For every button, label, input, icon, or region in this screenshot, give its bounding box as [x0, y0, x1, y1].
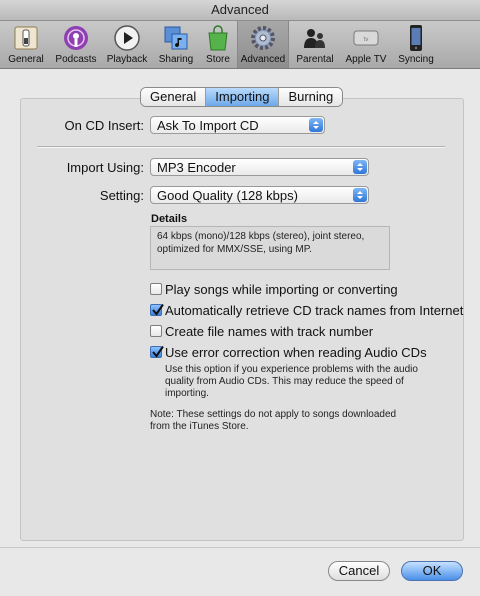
checkbox[interactable] — [150, 345, 164, 358]
on-cd-insert-popup[interactable]: Ask To Import CD — [150, 116, 325, 134]
checkmark-icon — [152, 345, 164, 358]
window-title: Advanced — [0, 0, 480, 21]
checkbox[interactable] — [150, 325, 162, 337]
cancel-button[interactable]: Cancel — [328, 561, 390, 581]
on-cd-insert-value: Ask To Import CD — [157, 118, 259, 133]
tab-burning[interactable]: Burning — [279, 88, 343, 106]
checkbox[interactable] — [150, 283, 162, 295]
import-using-label: Import Using: — [66, 160, 144, 175]
switch-icon — [14, 26, 38, 50]
toolbar-playback[interactable]: Playback — [104, 21, 150, 68]
divider — [37, 146, 445, 148]
setting-label: Setting: — [99, 188, 144, 203]
play-icon — [114, 25, 140, 51]
toolbar-advanced[interactable]: Advanced — [237, 21, 289, 68]
setting-value: Good Quality (128 kbps) — [157, 188, 298, 203]
setting-popup[interactable]: Good Quality (128 kbps) — [150, 186, 369, 204]
iphone-icon — [410, 25, 422, 51]
error-correction-hint: Use this option if you experience proble… — [165, 364, 418, 399]
footer-divider — [0, 547, 480, 548]
checkbox[interactable] — [150, 303, 164, 316]
details-title: Details — [151, 213, 188, 225]
popup-arrows-icon — [353, 188, 367, 202]
apple-tv-icon: tv — [353, 30, 379, 46]
popup-arrows-icon — [353, 160, 367, 174]
ok-button[interactable]: OK — [401, 561, 463, 581]
tab-general[interactable]: General — [141, 88, 207, 106]
toolbar-general[interactable]: General — [4, 21, 48, 68]
podcast-icon — [64, 26, 88, 50]
toolbar-apple-tv[interactable]: tv Apple TV — [342, 21, 390, 68]
details-text: 64 kbps (mono)/128 kbps (stereo), joint … — [150, 226, 390, 270]
on-cd-insert-label: On CD Insert: — [64, 118, 144, 133]
tab-bar: General Importing Burning — [140, 87, 344, 107]
svg-text:tv: tv — [364, 37, 369, 43]
option-label: Automatically retrieve CD track names fr… — [165, 303, 464, 318]
toolbar-syncing[interactable]: Syncing — [394, 21, 438, 68]
sharing-icon — [164, 26, 188, 50]
toolbar-parental[interactable]: Parental — [292, 21, 338, 68]
toolbar-sharing[interactable]: Sharing — [154, 21, 198, 68]
option-label: Use error correction when reading Audio … — [165, 345, 427, 360]
gear-icon — [251, 26, 275, 50]
toolbar-store[interactable]: Store — [200, 21, 236, 68]
checkmark-icon — [152, 303, 164, 316]
preferences-toolbar: General Podcasts Playback Sharing Store … — [0, 21, 480, 69]
parental-icon — [304, 29, 325, 48]
tab-importing[interactable]: Importing — [206, 88, 280, 106]
store-bag-icon — [208, 25, 228, 51]
option-label: Play songs while importing or converting — [165, 282, 398, 297]
toolbar-podcasts[interactable]: Podcasts — [52, 21, 100, 68]
import-using-value: MP3 Encoder — [157, 160, 236, 175]
option-label: Create file names with track number — [165, 324, 374, 339]
popup-arrows-icon — [309, 118, 323, 132]
store-note: Note: These settings do not apply to son… — [150, 409, 397, 432]
import-using-popup[interactable]: MP3 Encoder — [150, 158, 369, 176]
